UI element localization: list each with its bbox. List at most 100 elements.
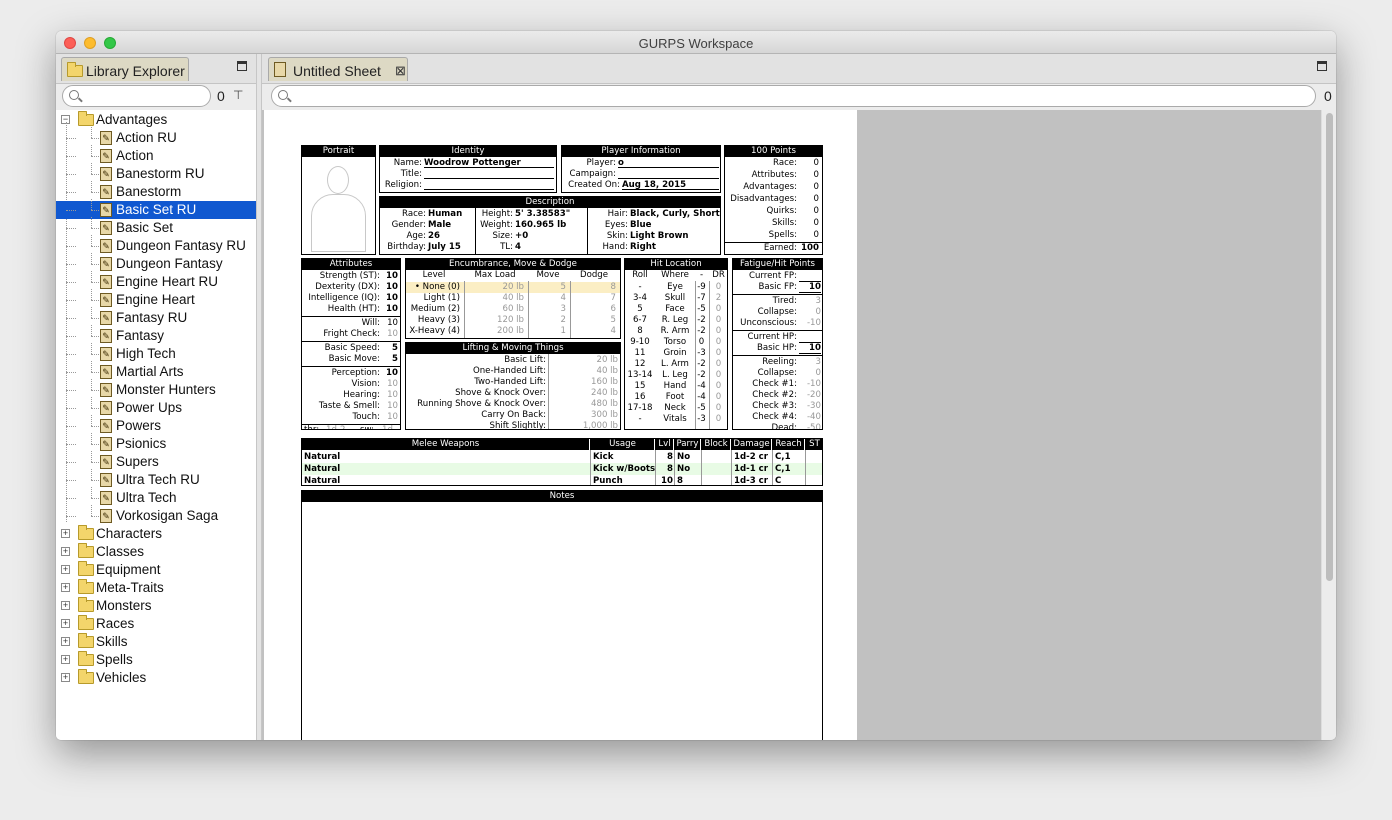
lifting-value[interactable]: 300 lb [548, 410, 618, 421]
fatigue-value[interactable]: 3 [799, 357, 821, 368]
hit-location-cell[interactable]: 0 [710, 348, 727, 359]
hit-location-cell[interactable]: 0 [710, 326, 727, 337]
tree-folder[interactable]: + Spells [56, 651, 256, 669]
tree-item[interactable]: ✎ Action [56, 147, 256, 165]
attribute-row-value[interactable]: 5 [382, 343, 398, 354]
hit-location-cell[interactable]: 0 [710, 370, 727, 381]
hit-location-cell[interactable]: 0 [710, 282, 727, 293]
tree-folder[interactable]: + Classes [56, 543, 256, 561]
tree-folder[interactable]: + Monsters [56, 597, 256, 615]
fatigue-value[interactable] [799, 271, 821, 282]
fatigue-value[interactable]: -30 [799, 401, 821, 412]
points-row-value[interactable]: 0 [799, 230, 819, 241]
description-value[interactable]: Black, Curly, Short [630, 209, 720, 220]
player-info-value[interactable] [618, 169, 719, 179]
encumbrance-row[interactable]: Light (1) 40 lb 4 7 [406, 293, 620, 304]
points-row-value[interactable]: 0 [799, 170, 819, 181]
tree-item[interactable]: ✎ Engine Heart [56, 291, 256, 309]
fatigue-value[interactable]: 0 [799, 307, 821, 318]
fatigue-value[interactable]: -20 [799, 390, 821, 401]
lifting-value[interactable]: 40 lb [548, 366, 618, 377]
tree-folder-advantages[interactable]: − Advantages [56, 111, 256, 129]
expand-toggle-icon[interactable]: + [61, 547, 70, 556]
attribute-row-value[interactable]: 10 [382, 293, 398, 304]
hit-location-cell[interactable]: 0 [710, 414, 727, 425]
lifting-value[interactable]: 480 lb [548, 399, 618, 410]
encumbrance-row[interactable]: Heavy (3) 120 lb 2 5 [406, 315, 620, 326]
hit-location-cell[interactable]: 0 [710, 304, 727, 315]
fatigue-value[interactable]: 10 [799, 282, 821, 293]
melee-row[interactable]: Natural Kick 8 No 1d-2 cr C,1 [302, 451, 822, 463]
identity-value[interactable] [424, 180, 554, 190]
description-value[interactable]: Male [428, 220, 476, 231]
hit-location-cell[interactable]: 2 [710, 293, 727, 304]
points-row-value[interactable]: 0 [799, 158, 819, 169]
tree-item[interactable]: ✎ Fantasy [56, 327, 256, 345]
description-value[interactable]: +0 [515, 231, 587, 242]
encumbrance-row[interactable]: • None (0) 20 lb 5 8 [406, 282, 620, 293]
tree-folder[interactable]: + Races [56, 615, 256, 633]
description-value[interactable]: 26 [428, 231, 476, 242]
tree-item[interactable]: ✎ Psionics [56, 435, 256, 453]
library-search-input[interactable] [62, 85, 211, 107]
tab-library-explorer[interactable]: Library Explorer [61, 57, 189, 81]
filter-icon[interactable]: ⊤ [233, 88, 243, 102]
fatigue-value[interactable] [799, 332, 821, 343]
attribute-row-value[interactable]: 10 [382, 318, 398, 329]
tree-item[interactable]: ✎ Powers [56, 417, 256, 435]
description-value[interactable]: 160.965 lb [515, 220, 587, 231]
points-earned-value[interactable]: 100 [799, 243, 819, 254]
hit-location-cell[interactable]: 0 [710, 392, 727, 403]
hit-location-cell[interactable]: 0 [710, 315, 727, 326]
tree-item[interactable]: ✎ Fantasy RU [56, 309, 256, 327]
points-row-value[interactable]: 0 [799, 206, 819, 217]
tree-folder[interactable]: + Equipment [56, 561, 256, 579]
tree-item[interactable]: ✎ High Tech [56, 345, 256, 363]
attribute-row-value[interactable]: 10 [382, 271, 398, 282]
attribute-row-value[interactable]: 10 [382, 368, 398, 379]
scrollbar-thumb[interactable] [1326, 113, 1333, 581]
expand-toggle-icon[interactable]: + [61, 637, 70, 646]
tree-item[interactable]: ✎ Banestorm RU [56, 165, 256, 183]
description-value[interactable]: Light Brown [630, 231, 720, 242]
tree-item[interactable]: ✎ Action RU [56, 129, 256, 147]
maximize-panel-icon[interactable] [237, 61, 247, 71]
hit-location-cell[interactable]: 0 [710, 337, 727, 348]
fatigue-value[interactable]: -10 [799, 318, 821, 329]
expand-toggle-icon[interactable]: + [61, 583, 70, 592]
tree-folder[interactable]: + Characters [56, 525, 256, 543]
tree-item[interactable]: ✎ Basic Set RU [56, 201, 256, 219]
fatigue-value[interactable]: 0 [799, 368, 821, 379]
points-row-value[interactable]: 0 [799, 218, 819, 229]
description-value[interactable]: 5' 3.38583" [515, 209, 587, 220]
lifting-value[interactable]: 160 lb [548, 377, 618, 388]
vertical-scrollbar[interactable] [1321, 110, 1336, 740]
lifting-value[interactable]: 1,000 lb [548, 421, 618, 429]
tree-folder[interactable]: + Vehicles [56, 669, 256, 687]
attribute-row-value[interactable]: 10 [382, 390, 398, 401]
attribute-row-value[interactable]: 10 [382, 282, 398, 293]
fatigue-value[interactable]: 3 [799, 296, 821, 307]
expand-toggle-icon[interactable]: + [61, 673, 70, 682]
tree-item[interactable]: ✎ Supers [56, 453, 256, 471]
lifting-value[interactable]: 240 lb [548, 388, 618, 399]
hit-location-cell[interactable]: 0 [710, 381, 727, 392]
fatigue-value[interactable]: -10 [799, 379, 821, 390]
attribute-row-value[interactable]: 10 [382, 412, 398, 423]
maximize-panel-icon[interactable] [1317, 61, 1327, 71]
encumbrance-row[interactable]: Medium (2) 60 lb 3 6 [406, 304, 620, 315]
tree-item[interactable]: ✎ Engine Heart RU [56, 273, 256, 291]
attribute-row-value[interactable]: 5 [382, 354, 398, 365]
expand-toggle-icon[interactable]: + [61, 619, 70, 628]
tree-item[interactable]: ✎ Power Ups [56, 399, 256, 417]
lifting-value[interactable]: 20 lb [548, 355, 618, 366]
identity-value[interactable] [424, 169, 554, 179]
description-value[interactable]: Human [428, 209, 476, 220]
tree-item[interactable]: ✎ Banestorm [56, 183, 256, 201]
tree-item[interactable]: ✎ Ultra Tech RU [56, 471, 256, 489]
tree-item[interactable]: ✎ Basic Set [56, 219, 256, 237]
expand-toggle-icon[interactable]: + [61, 565, 70, 574]
tree-item[interactable]: ✎ Monster Hunters [56, 381, 256, 399]
fatigue-value[interactable]: -50 [799, 423, 821, 429]
close-tab-icon[interactable]: ⊠ [395, 63, 406, 79]
